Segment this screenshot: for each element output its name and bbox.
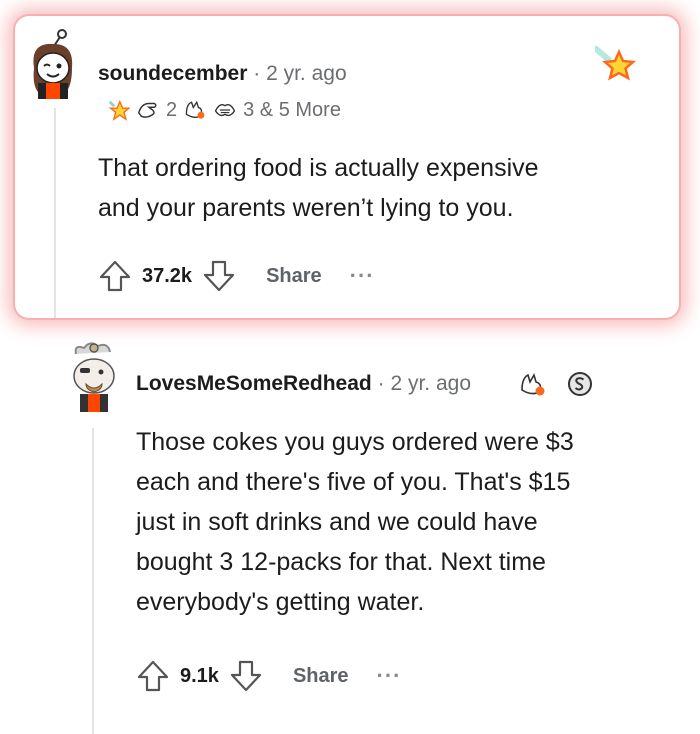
username[interactable]: soundecember — [98, 62, 247, 85]
silver-coin-icon[interactable] — [566, 370, 594, 398]
body-line: just in soft drinks and we could have — [136, 508, 538, 536]
downvote-icon[interactable] — [229, 658, 263, 694]
more-options-button[interactable]: ··· — [350, 263, 375, 289]
share-button[interactable]: Share — [266, 265, 322, 288]
comment-body: That ordering food is actually expensive… — [98, 148, 539, 228]
wholesome-hug-icon[interactable] — [213, 98, 237, 122]
reply-actions: 9.1k Share ··· — [136, 658, 402, 694]
thread-line[interactable] — [54, 108, 56, 318]
downvote-icon[interactable] — [202, 258, 236, 294]
upvote-icon[interactable] — [136, 658, 170, 694]
helpful-hand-icon[interactable] — [183, 98, 207, 122]
comment-meta: soundecember · 2 yr. ago — [98, 62, 347, 86]
reply-meta: LovesMeSomeRedhead · 2 yr. ago — [136, 372, 471, 396]
timestamp[interactable]: 2 yr. ago — [266, 62, 347, 85]
timestamp[interactable]: 2 yr. ago — [390, 372, 471, 395]
body-line: each and there's five of you. That's $15 — [136, 468, 571, 496]
avatar[interactable] — [26, 28, 78, 100]
award-count: 2 — [166, 98, 178, 121]
vote-count: 9.1k — [180, 664, 219, 687]
share-button[interactable]: Share — [293, 665, 349, 688]
upvote-icon[interactable] — [98, 258, 132, 294]
comment-actions: 37.2k Share ··· — [98, 258, 375, 294]
thread-line[interactable] — [92, 428, 94, 734]
vote-count: 37.2k — [142, 264, 193, 287]
body-line: and your parents weren’t lying to you. — [98, 194, 514, 222]
body-line: everybody's getting water. — [136, 588, 425, 616]
avatar[interactable] — [66, 340, 122, 412]
separator-dot: · — [377, 372, 385, 395]
award-more-label[interactable]: 3 & 5 More — [243, 99, 341, 122]
body-line: Those cokes you guys ordered were $3 — [136, 428, 574, 456]
awards-row[interactable]: 2 3 & 5 More — [106, 96, 341, 124]
username[interactable]: LovesMeSomeRedhead — [136, 372, 372, 395]
body-line: bought 3 12-packs for that. Next time — [136, 548, 546, 576]
star-award-icon[interactable] — [595, 46, 637, 88]
separator-dot: · — [253, 62, 261, 85]
reply-body: Those cokes you guys ordered were $3 eac… — [136, 422, 574, 622]
helpful-hand-icon[interactable] — [518, 370, 548, 398]
star-award-icon[interactable] — [106, 98, 130, 122]
body-line: That ordering food is actually expensive — [98, 154, 539, 182]
helpful-hand-icon[interactable] — [136, 98, 160, 122]
more-options-button[interactable]: ··· — [377, 663, 402, 689]
